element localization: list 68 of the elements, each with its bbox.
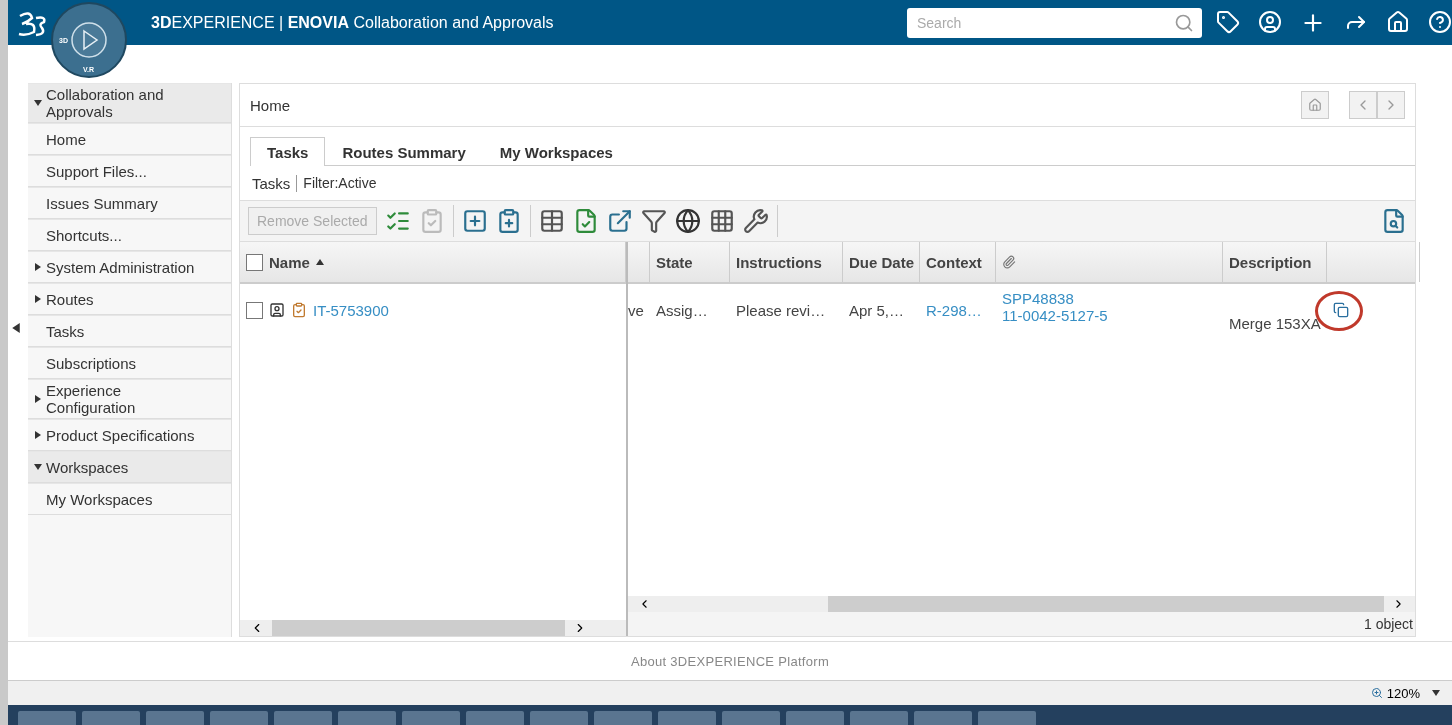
search-document-icon[interactable] [1381,208,1407,234]
search-icon[interactable] [1174,12,1194,33]
search-field[interactable]: Search [907,7,1202,38]
caret-icon[interactable] [34,395,42,403]
tag-icon[interactable] [1216,9,1240,34]
zoom-level[interactable]: 120% [1386,685,1420,701]
attachment-link[interactable]: SPP48838 [1002,290,1217,307]
select-all-checkbox[interactable] [246,253,263,271]
sidebar-item[interactable]: System Administration [46,258,195,276]
row-checkbox[interactable] [246,301,263,319]
filter-title: Tasks [252,174,298,192]
table-cell-text: Apr 5,… [849,301,906,319]
column-header[interactable]: Due Date [849,253,915,271]
sidebar-item[interactable]: Home [46,130,86,148]
task-icon [291,302,307,318]
caret-icon[interactable] [1432,689,1440,697]
table-cell-text: Assig… [656,301,709,319]
external-link-icon[interactable] [606,208,633,234]
column-header[interactable]: Name [269,253,310,271]
tab[interactable]: Tasks [250,137,326,166]
user-icon[interactable] [1258,9,1282,34]
column-header[interactable]: Context [926,253,982,271]
context-link[interactable]: R-298… [926,301,990,319]
sidebar-item[interactable]: Tasks [46,322,85,340]
filter-label: Filter:Active [303,175,377,191]
tab[interactable]: Routes Summary [325,137,483,166]
sidebar-item[interactable]: Routes [46,290,94,308]
sidebar-item[interactable]: Subscriptions [46,354,137,372]
globe-icon[interactable] [674,208,701,234]
caret-icon[interactable] [34,295,42,303]
about-link[interactable]: About 3DEXPERIENCE Platform [630,653,830,669]
app-title: 3DEXPERIENCE | ENOVIA Collaboration and Approvals [151,13,554,32]
table-cell: Merge 153XA [1229,315,1321,332]
sidebar-item[interactable]: Shortcuts... [46,226,122,244]
add-window-icon[interactable] [461,208,488,234]
person-icon [269,302,285,318]
caret-icon[interactable] [34,463,42,471]
scrollbar[interactable] [628,596,1415,612]
column-header[interactable]: Instructions [736,253,822,271]
help-icon[interactable] [1428,9,1452,34]
home-icon[interactable] [1386,9,1410,34]
table-cell-text: Please revi… [736,301,827,319]
tab[interactable]: My Workspaces [482,137,630,166]
caret-icon[interactable] [34,263,42,271]
scrollbar[interactable] [240,620,626,636]
object-count: 1 object [1363,616,1413,632]
attachment-link[interactable]: 11-0042-5127-5 [1002,307,1217,324]
zoom-icon [1370,687,1383,699]
tools-icon[interactable] [742,208,769,234]
column-header[interactable]: Description [1229,253,1312,271]
sidebar-item[interactable]: Product Specifications [46,426,195,444]
table-icon[interactable] [538,208,565,234]
sidebar-item[interactable]: Support Files... [46,162,147,180]
caret-icon[interactable] [34,99,42,107]
windows-icon[interactable] [1333,302,1349,318]
collapse-arrow-icon[interactable] [11,323,21,333]
table-cell: ve [628,301,644,319]
home-icon [1308,98,1322,112]
task-link[interactable]: IT-5753900 [313,301,389,319]
paperclip-icon [1002,255,1016,269]
sidebar-item[interactable]: Issues Summary [46,194,158,212]
filter-icon[interactable] [640,208,667,234]
grid-icon[interactable] [708,208,735,234]
caret-icon[interactable] [34,431,42,439]
column-header[interactable]: State [656,253,693,271]
sidebar-item[interactable]: My Workspaces [46,490,153,508]
sidebar-item[interactable]: Experience Configuration [46,382,196,416]
breadcrumb: Home [250,96,290,114]
